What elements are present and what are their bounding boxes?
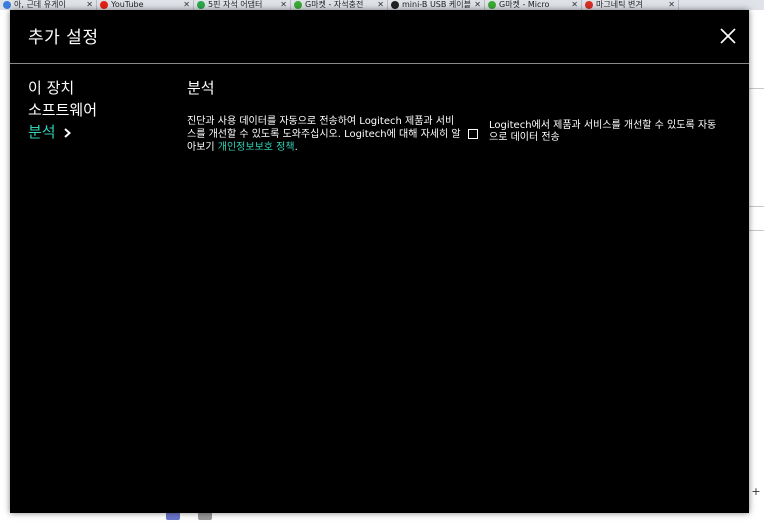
tab-close-icon[interactable]: ✕ — [474, 0, 481, 10]
tab-close-icon[interactable]: ✕ — [280, 0, 287, 10]
tab-title: G마켓 - Micro — [499, 0, 550, 9]
title-divider — [10, 63, 749, 64]
settings-dialog: 추가 설정 이 장치 소프트웨어 분석 분석 진단과 사용 데이터를 자동으로 … — [10, 10, 749, 513]
close-button[interactable] — [716, 24, 740, 48]
browser-tab[interactable]: 아, 근데 유게이 ✕ — [0, 0, 97, 10]
tab-favicon-icon — [3, 1, 11, 9]
background-page-bottom — [0, 513, 764, 527]
tab-title: 5핀 자석 어댑터 — [208, 0, 263, 9]
analytics-description: 진단과 사용 데이터를 자동으로 전송하여 Logitech 제품과 서비스를 … — [187, 115, 462, 154]
browser-tab[interactable]: 5핀 자석 어댑터 ✕ — [194, 0, 291, 10]
nav-item-label: 분석 — [28, 123, 56, 141]
description-end: . — [294, 142, 298, 153]
browser-tab[interactable]: G마켓 - Micro ✕ — [485, 0, 582, 10]
chevron-right-icon — [63, 127, 71, 138]
nav-item-this-device[interactable]: 이 장치 — [28, 77, 97, 99]
background-page-right — [749, 10, 764, 515]
background-divider — [749, 230, 764, 231]
tab-title: mini-B USB 케이블 — [402, 0, 471, 9]
browser-tab[interactable]: 마그네틱 변겨 ✕ — [582, 0, 679, 10]
tab-title: 아, 근데 유게이 — [14, 0, 66, 9]
nav-item-analytics[interactable]: 분석 — [28, 121, 97, 143]
tab-close-icon[interactable]: ✕ — [571, 0, 578, 10]
background-chip-icon — [198, 512, 212, 520]
tab-title: YouTube — [111, 0, 144, 9]
tab-close-icon[interactable]: ✕ — [183, 0, 190, 10]
section-title: 분석 — [187, 79, 215, 97]
zoom-plus-icon[interactable]: + — [750, 486, 762, 498]
close-icon — [720, 28, 736, 44]
tab-favicon-icon — [585, 1, 593, 9]
background-divider — [749, 88, 764, 89]
dialog-title: 추가 설정 — [28, 28, 99, 48]
send-data-checkbox-label[interactable]: Logitech에서 제품과 서비스를 개선할 수 있도록 자동으로 데이터 전… — [489, 120, 724, 144]
background-page-left — [0, 10, 10, 515]
youtube-icon — [100, 1, 108, 9]
tab-favicon-icon — [197, 1, 205, 9]
privacy-policy-link[interactable]: 개인정보보호 정책 — [218, 142, 295, 153]
nav-item-software[interactable]: 소프트웨어 — [28, 99, 97, 121]
send-data-checkbox[interactable] — [468, 129, 478, 139]
browser-tab[interactable]: G마켓 - 자석충전 ✕ — [291, 0, 388, 10]
tab-title: G마켓 - 자석충전 — [305, 0, 364, 9]
browser-tab[interactable]: YouTube ✕ — [97, 0, 194, 10]
tab-close-icon[interactable]: ✕ — [86, 0, 93, 10]
tab-favicon-icon — [391, 1, 399, 9]
gmarket-icon — [294, 1, 302, 9]
tab-close-icon[interactable]: ✕ — [668, 0, 675, 10]
background-divider — [749, 206, 764, 207]
tab-close-icon[interactable]: ✕ — [377, 0, 384, 10]
settings-nav: 이 장치 소프트웨어 분석 — [28, 77, 97, 143]
background-chip-icon — [166, 512, 180, 520]
gmarket-icon — [488, 1, 496, 9]
browser-tab[interactable]: mini-B USB 케이블 ✕ — [388, 0, 485, 10]
tab-title: 마그네틱 변겨 — [596, 0, 643, 9]
browser-tab-bar: 아, 근데 유게이 ✕ YouTube ✕ 5핀 자석 어댑터 ✕ G마켓 - … — [0, 0, 764, 10]
